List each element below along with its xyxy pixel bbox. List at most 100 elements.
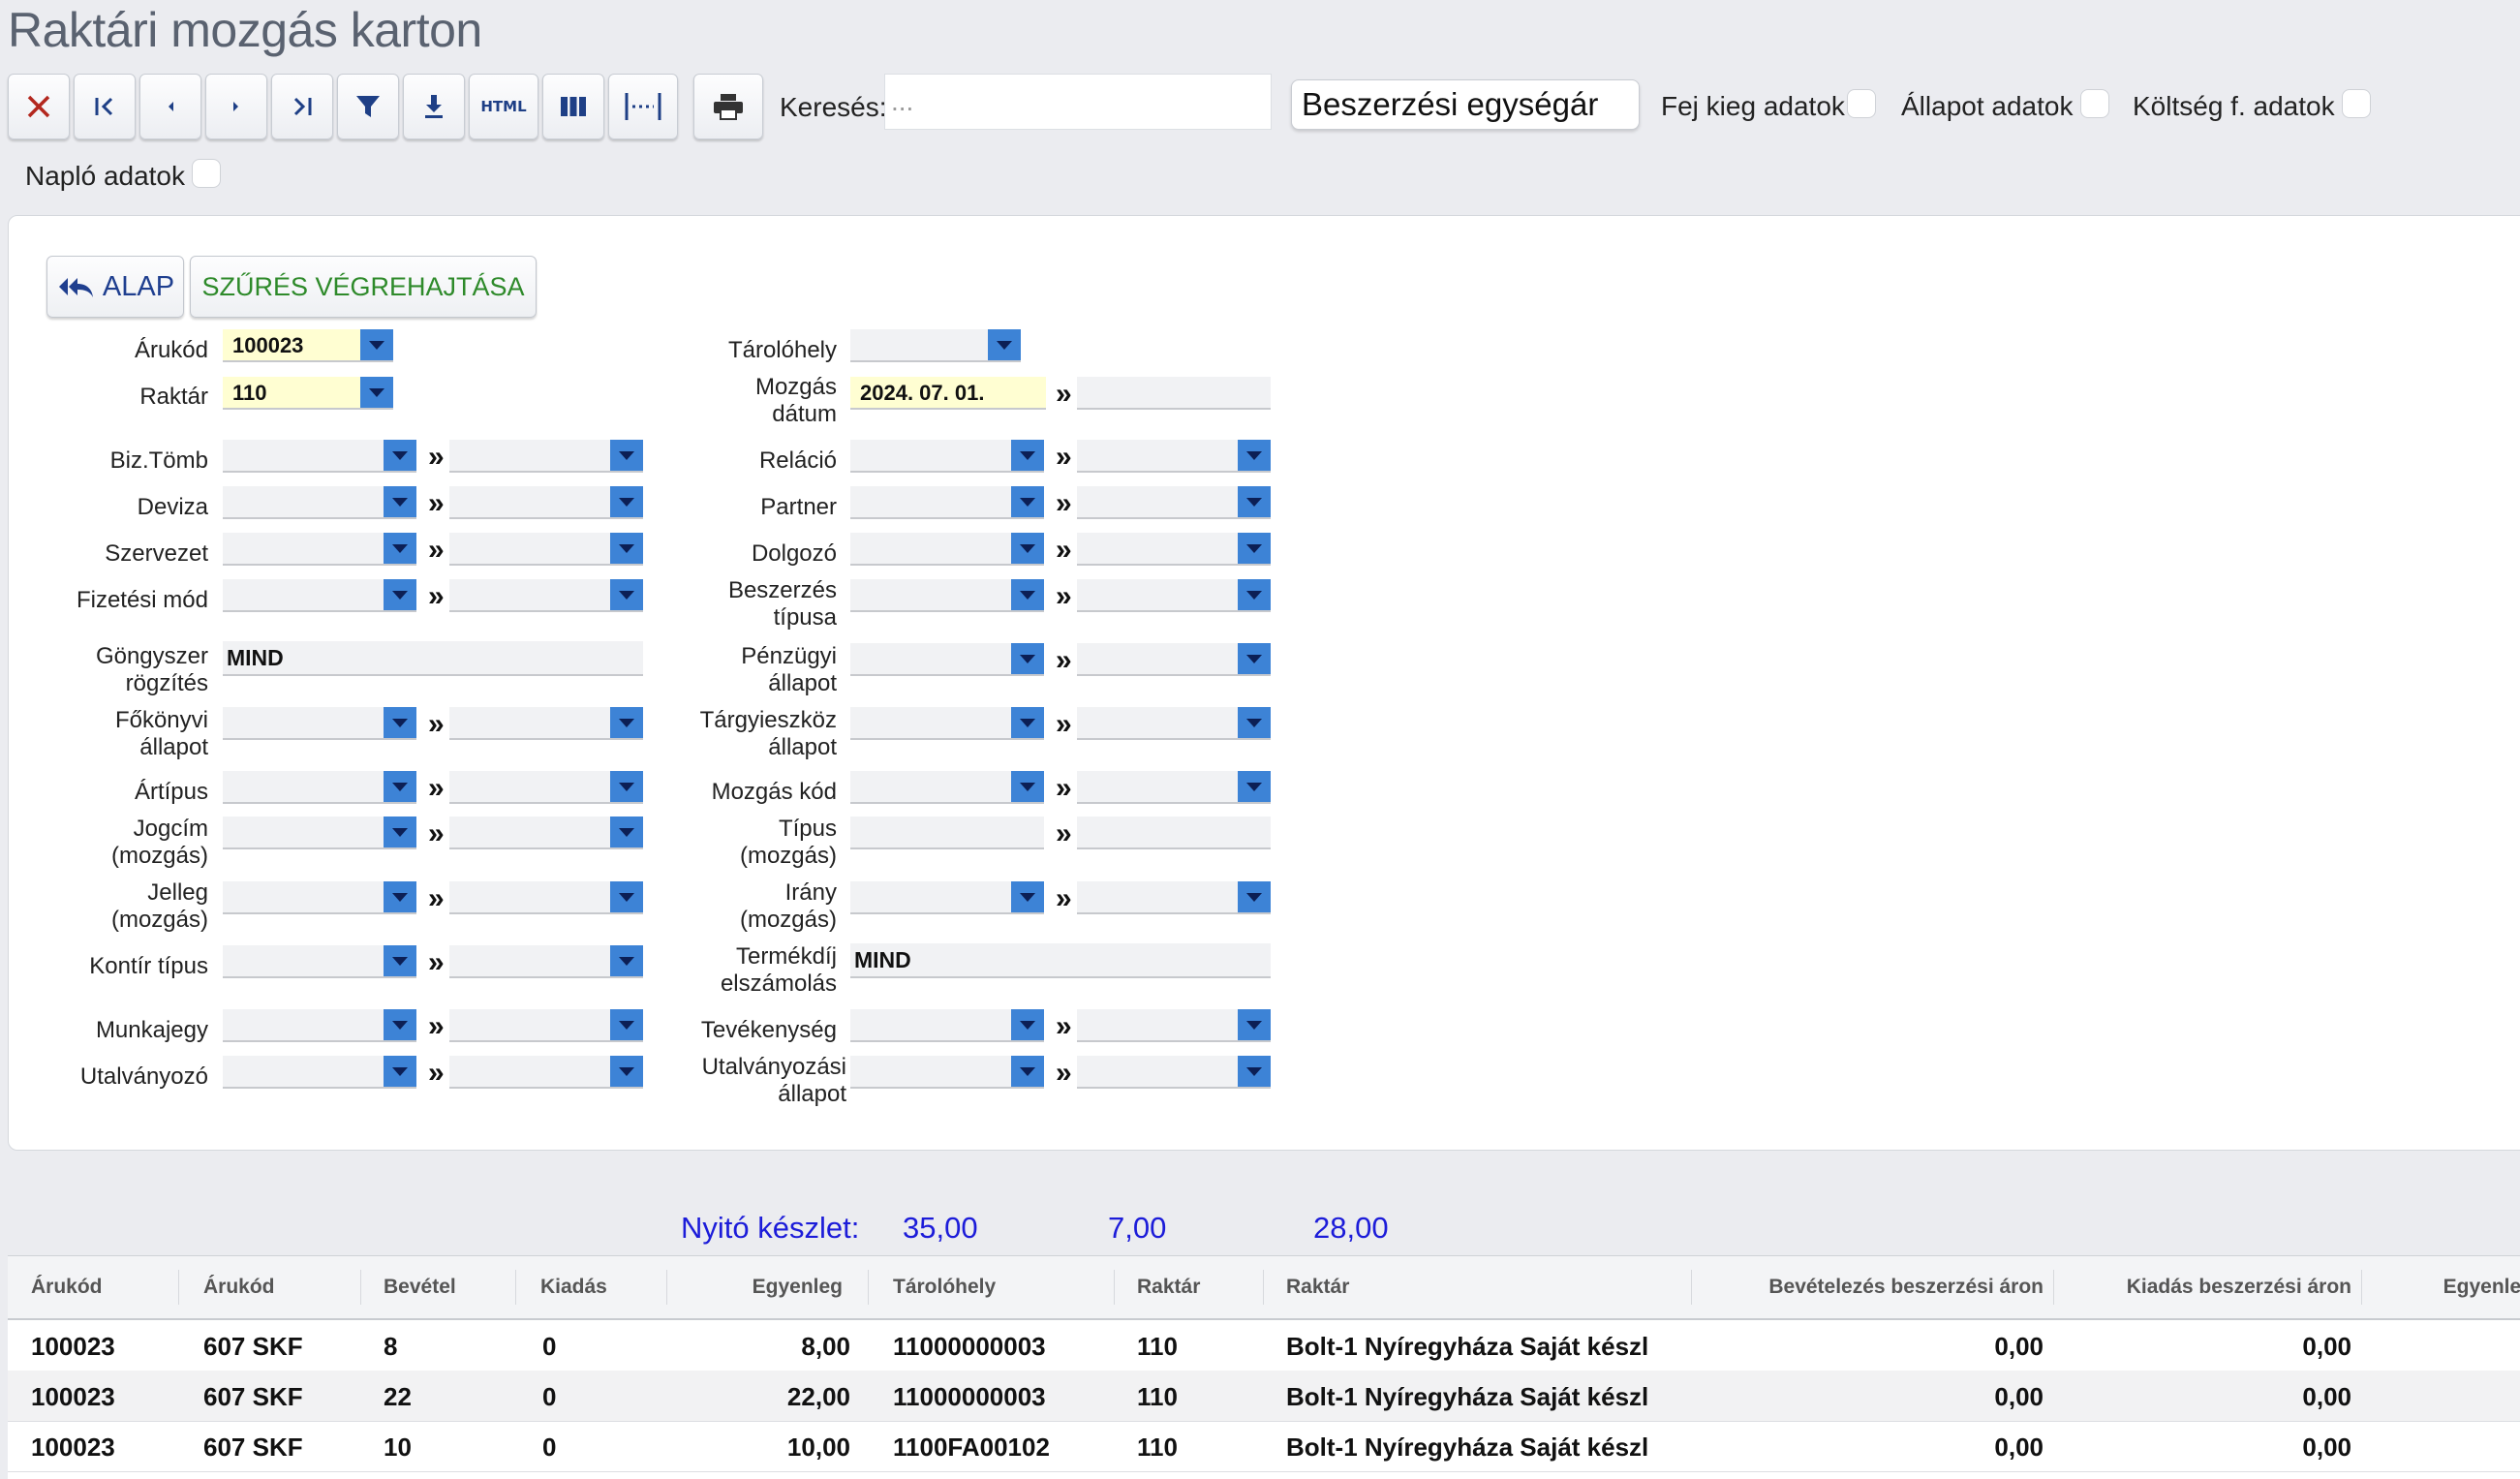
chevron-down-icon[interactable]	[1011, 643, 1044, 674]
chevron-down-icon[interactable]	[610, 579, 643, 610]
szervezet-from[interactable]	[223, 533, 416, 566]
munkajegy-from[interactable]	[223, 1009, 416, 1042]
chevron-down-icon[interactable]	[384, 486, 416, 517]
naplo-checkbox[interactable]	[192, 159, 221, 188]
chevron-down-icon[interactable]	[610, 533, 643, 564]
artipus-from[interactable]	[223, 771, 416, 804]
chevron-down-icon[interactable]	[384, 1056, 416, 1087]
deviza-from[interactable]	[223, 486, 416, 519]
chevron-down-icon[interactable]	[1011, 707, 1044, 738]
col-header-raktar-nev[interactable]: Raktár	[1286, 1276, 1349, 1299]
chevron-down-icon[interactable]	[384, 881, 416, 912]
termekdij-select[interactable]: MIND	[850, 943, 1271, 978]
jelleg-from[interactable]	[223, 881, 416, 914]
tipus-to[interactable]	[1077, 817, 1271, 849]
column-width-button[interactable]	[608, 74, 678, 139]
chevron-down-icon[interactable]	[384, 817, 416, 847]
kontir-from[interactable]	[223, 945, 416, 978]
search-input[interactable]	[884, 74, 1272, 130]
table-row[interactable]: 100023 607 SKF 22 0 22,00 11000000003 11…	[8, 1371, 2520, 1422]
relacio-to[interactable]	[1077, 440, 1271, 473]
kontir-to[interactable]	[449, 945, 643, 978]
columns-button[interactable]	[542, 74, 604, 139]
chevron-down-icon[interactable]	[1238, 881, 1271, 912]
tarolohely-combo[interactable]	[850, 329, 1021, 362]
biz-tomb-from[interactable]	[223, 440, 416, 473]
price-type-select[interactable]: Beszerzési egységár	[1291, 79, 1640, 130]
col-header-arukod[interactable]: Árukód	[31, 1276, 103, 1299]
col-header-egyenleg[interactable]: Egyenleg	[753, 1276, 843, 1299]
chevron-down-icon[interactable]	[1011, 579, 1044, 610]
col-header-arukod-2[interactable]: Árukód	[203, 1276, 275, 1299]
chevron-down-icon[interactable]	[384, 707, 416, 738]
fizetesi-mod-from[interactable]	[223, 579, 416, 612]
fokonyvi-from[interactable]	[223, 707, 416, 740]
chevron-down-icon[interactable]	[1238, 707, 1271, 738]
jogcim-from[interactable]	[223, 817, 416, 849]
chevron-down-icon[interactable]	[1011, 533, 1044, 564]
close-button[interactable]	[8, 74, 70, 139]
fej-kieg-checkbox[interactable]	[1847, 89, 1876, 118]
tevekenyseg-to[interactable]	[1077, 1009, 1271, 1042]
mozgas-datum-from[interactable]: 2024. 07. 01.	[850, 377, 1046, 410]
deviza-to[interactable]	[449, 486, 643, 519]
chevron-down-icon[interactable]	[384, 771, 416, 802]
chevron-down-icon[interactable]	[610, 945, 643, 976]
munkajegy-to[interactable]	[449, 1009, 643, 1042]
chevron-down-icon[interactable]	[610, 817, 643, 847]
chevron-down-icon[interactable]	[1238, 440, 1271, 471]
prev-button[interactable]	[139, 74, 201, 139]
alap-button[interactable]: ALAP	[46, 256, 184, 318]
partner-from[interactable]	[850, 486, 1044, 519]
tevekenyseg-from[interactable]	[850, 1009, 1044, 1042]
chevron-down-icon[interactable]	[1238, 579, 1271, 610]
col-header-bevetel[interactable]: Bevétel	[384, 1276, 456, 1299]
allapot-checkbox[interactable]	[2080, 89, 2109, 118]
biz-tomb-to[interactable]	[449, 440, 643, 473]
gongyszer-select[interactable]: MIND	[223, 641, 643, 676]
chevron-down-icon[interactable]	[1238, 643, 1271, 674]
artipus-to[interactable]	[449, 771, 643, 804]
next-button[interactable]	[205, 74, 267, 139]
chevron-down-icon[interactable]	[1238, 1009, 1271, 1040]
utalvanyozo-to[interactable]	[449, 1056, 643, 1089]
chevron-down-icon[interactable]	[360, 329, 393, 360]
chevron-down-icon[interactable]	[1011, 771, 1044, 802]
dolgozo-from[interactable]	[850, 533, 1044, 566]
utalvanyozo-from[interactable]	[223, 1056, 416, 1089]
mozgas-kod-from[interactable]	[850, 771, 1044, 804]
chevron-down-icon[interactable]	[610, 881, 643, 912]
chevron-down-icon[interactable]	[384, 1009, 416, 1040]
irany-to[interactable]	[1077, 881, 1271, 914]
targyieszkoz-to[interactable]	[1077, 707, 1271, 740]
relacio-from[interactable]	[850, 440, 1044, 473]
targyieszkoz-from[interactable]	[850, 707, 1044, 740]
mozgas-kod-to[interactable]	[1077, 771, 1271, 804]
chevron-down-icon[interactable]	[384, 945, 416, 976]
chevron-down-icon[interactable]	[384, 440, 416, 471]
chevron-down-icon[interactable]	[360, 377, 393, 408]
chevron-down-icon[interactable]	[610, 486, 643, 517]
raktar-combo[interactable]: 110	[223, 377, 393, 410]
chevron-down-icon[interactable]	[610, 771, 643, 802]
arukod-combo[interactable]: 100023	[223, 329, 393, 362]
col-header-egyenleg-ar[interactable]: Egyenleg	[2443, 1276, 2520, 1299]
jelleg-to[interactable]	[449, 881, 643, 914]
chevron-down-icon[interactable]	[1011, 1056, 1044, 1087]
chevron-down-icon[interactable]	[1011, 881, 1044, 912]
koltseg-checkbox[interactable]	[2342, 89, 2371, 118]
col-header-kiadas-ar[interactable]: Kiadás beszerzési áron	[2127, 1276, 2351, 1299]
col-header-tarolohely[interactable]: Tárolóhely	[893, 1276, 996, 1299]
col-header-raktar[interactable]: Raktár	[1137, 1276, 1200, 1299]
html-export-button[interactable]: HTML	[469, 74, 538, 139]
jogcim-to[interactable]	[449, 817, 643, 849]
chevron-down-icon[interactable]	[1238, 533, 1271, 564]
chevron-down-icon[interactable]	[1238, 1056, 1271, 1087]
chevron-down-icon[interactable]	[988, 329, 1021, 360]
tipus-from[interactable]	[850, 817, 1044, 849]
penzugyi-from[interactable]	[850, 643, 1044, 676]
utalvanyozasi-from[interactable]	[850, 1056, 1044, 1089]
szures-button[interactable]: SZŰRÉS VÉGREHAJTÁSA	[190, 256, 537, 318]
fokonyvi-to[interactable]	[449, 707, 643, 740]
table-row[interactable]: 100023 607 SKF 10 0 10,00 1100FA00102 11…	[8, 1421, 2520, 1472]
